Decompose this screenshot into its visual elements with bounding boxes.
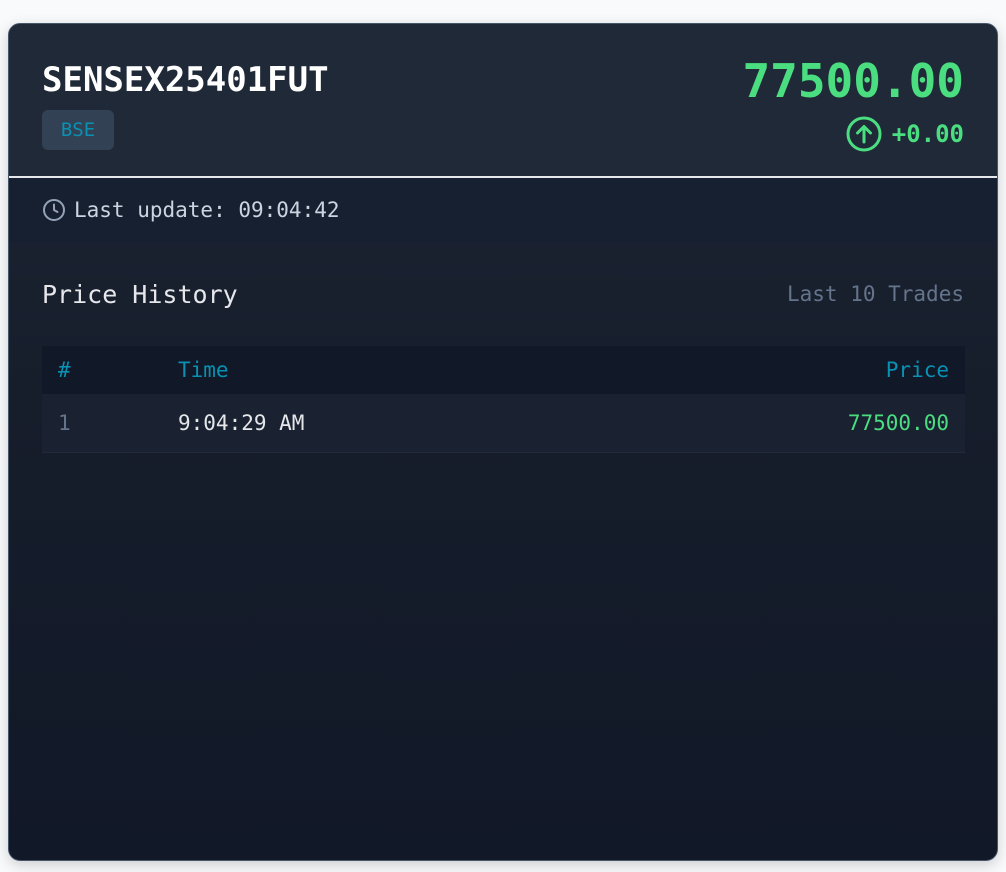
exchange-badge: BSE bbox=[42, 110, 114, 150]
price-history-title: Price History bbox=[42, 279, 238, 309]
price-change-value: +0.00 bbox=[891, 120, 964, 148]
column-header-index: # bbox=[58, 358, 71, 382]
instrument-symbol: SENSEX25401FUT bbox=[42, 60, 329, 100]
row-price: 77500.00 bbox=[847, 410, 949, 435]
column-header-price: Price bbox=[885, 358, 949, 382]
current-price: 77500.00 bbox=[742, 54, 964, 108]
last-update-text: Last update: 09:04:42 bbox=[74, 198, 340, 222]
table-row: 1 9:04:29 AM 77500.00 bbox=[42, 394, 965, 452]
clock-icon bbox=[42, 198, 66, 222]
column-header-time: Time bbox=[178, 358, 229, 382]
table-header-row: # Time Price bbox=[42, 346, 965, 394]
price-history-section: Price History Last 10 Trades # Time Pric… bbox=[9, 242, 997, 453]
ticker-card: SENSEX25401FUT BSE 77500.00 +0.00 Last u… bbox=[8, 23, 998, 861]
last-update-bar: Last update: 09:04:42 bbox=[9, 178, 997, 242]
arrow-up-circle-icon bbox=[846, 116, 882, 152]
ticker-header: SENSEX25401FUT BSE 77500.00 +0.00 bbox=[9, 24, 997, 178]
row-time: 9:04:29 AM bbox=[178, 410, 305, 435]
price-history-table: # Time Price 1 9:04:29 AM 77500.00 bbox=[42, 346, 965, 453]
row-index: 1 bbox=[58, 410, 71, 435]
price-change: +0.00 bbox=[846, 116, 964, 152]
price-history-header: Price History Last 10 Trades bbox=[42, 242, 964, 346]
price-history-subtitle: Last 10 Trades bbox=[786, 282, 964, 306]
